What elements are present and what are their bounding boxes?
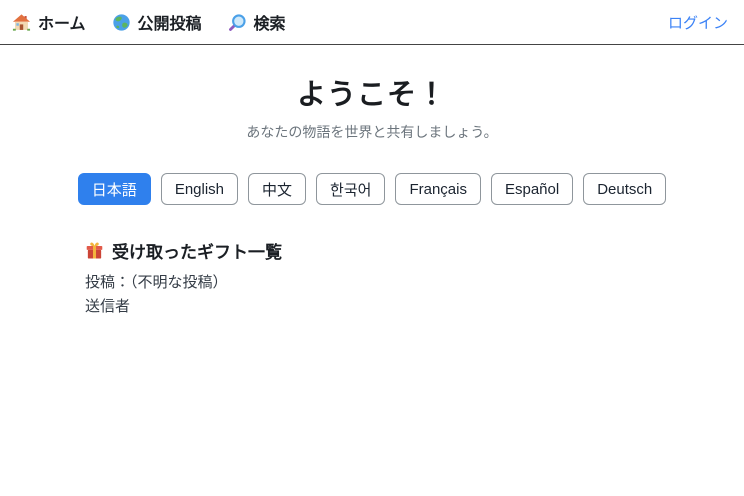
language-selector: 日本語 English 中文 한국어 Français Español Deut… xyxy=(85,173,659,205)
received-gifts-section: 受け取ったギフト一覧 投稿：（不明な投稿） 送信者 xyxy=(85,238,659,318)
nav-item-search[interactable]: 検索 xyxy=(228,10,286,34)
lang-button-english[interactable]: English xyxy=(161,173,238,205)
top-nav: ホーム 公開投稿 検索 ログイン xyxy=(0,0,744,45)
globe-icon xyxy=(112,13,131,32)
page-title: ようこそ！ xyxy=(85,71,659,113)
lang-button-japanese[interactable]: 日本語 xyxy=(78,173,151,205)
nav-item-label: 検索 xyxy=(254,10,286,34)
nav-item-label: 公開投稿 xyxy=(138,10,202,34)
nav-item-public-posts[interactable]: 公開投稿 xyxy=(112,10,202,34)
search-icon xyxy=(228,13,247,32)
lang-button-german[interactable]: Deutsch xyxy=(583,173,666,205)
lang-button-korean[interactable]: 한국어 xyxy=(316,173,385,205)
gift-sender-line: 送信者 xyxy=(85,297,659,317)
lang-button-spanish[interactable]: Español xyxy=(491,173,573,205)
login-link[interactable]: ログイン xyxy=(668,12,728,33)
page-subtitle: あなたの物語を世界と共有しましょう。 xyxy=(85,122,659,142)
received-gifts-heading: 受け取ったギフト一覧 xyxy=(85,238,659,263)
nav-item-label: ホーム xyxy=(38,10,86,34)
lang-button-french[interactable]: Français xyxy=(395,173,481,205)
gift-post-line: 投稿：（不明な投稿） xyxy=(85,273,659,293)
home-icon xyxy=(12,13,31,32)
lang-button-chinese[interactable]: 中文 xyxy=(248,173,306,205)
gift-icon xyxy=(85,241,104,260)
main-content: ようこそ！ あなたの物語を世界と共有しましょう。 日本語 English 中文 … xyxy=(85,71,659,318)
received-gifts-title-text: 受け取ったギフト一覧 xyxy=(112,238,282,263)
nav-item-home[interactable]: ホーム xyxy=(12,10,86,34)
